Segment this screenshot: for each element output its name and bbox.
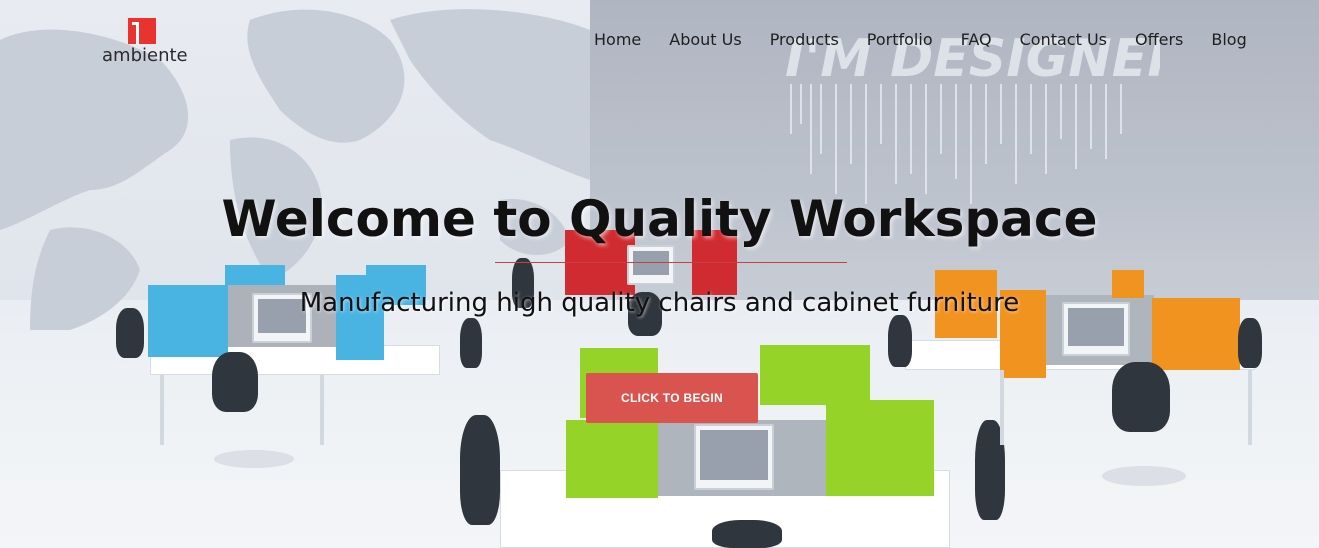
nav-item-blog[interactable]: Blog — [1211, 30, 1246, 52]
nav-item-offers[interactable]: Offers — [1135, 30, 1183, 52]
main-nav: Home About Us Products Portfolio FAQ Con… — [580, 30, 1261, 52]
hero-overlay — [0, 0, 1319, 548]
nav-item-about-us[interactable]: About Us — [669, 30, 741, 52]
click-to-begin-button[interactable]: CLICK TO BEGIN — [586, 373, 758, 423]
hero-title: Welcome to Quality Workspace — [221, 190, 1098, 248]
nav-item-products[interactable]: Products — [770, 30, 839, 52]
brand-name: ambiente — [102, 45, 188, 66]
nav-item-faq[interactable]: FAQ — [961, 30, 992, 52]
nav-item-contact-us[interactable]: Contact Us — [1020, 30, 1107, 52]
nav-item-home[interactable]: Home — [594, 30, 641, 52]
red-square-logo-icon — [128, 18, 156, 44]
hero-divider — [495, 262, 847, 263]
brand-logo[interactable]: ambiente — [102, 18, 192, 68]
hero-section: I'M DESIGNER ambiente Home About Us Prod… — [0, 0, 1319, 548]
nav-item-portfolio[interactable]: Portfolio — [867, 30, 933, 52]
hero-subtitle: Manufacturing high quality chairs and ca… — [299, 288, 1020, 318]
